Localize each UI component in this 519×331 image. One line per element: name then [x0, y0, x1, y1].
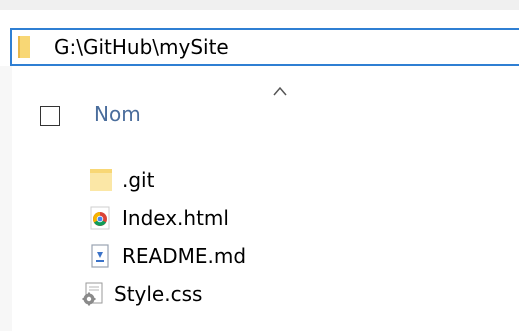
list-item-index-html[interactable]: Index.html	[88, 200, 229, 236]
column-header-name[interactable]: Nom	[94, 102, 141, 126]
address-path: G:\GitHub\mySite	[54, 35, 229, 59]
file-name: Style.css	[114, 282, 203, 306]
file-name: README.md	[122, 244, 247, 268]
list-item-style-css[interactable]: Style.css	[80, 276, 202, 312]
markdown-file-icon	[88, 243, 114, 269]
navigation-pane-edge	[0, 66, 12, 331]
folder-icon	[88, 167, 114, 193]
file-name: .git	[122, 168, 155, 192]
top-strip	[0, 0, 519, 10]
chrome-html-icon	[88, 205, 114, 231]
column-header-row: Nom	[12, 92, 519, 136]
file-name: Index.html	[122, 206, 229, 230]
select-all-checkbox[interactable]	[40, 106, 60, 126]
list-item-readme-md[interactable]: README.md	[88, 238, 246, 274]
css-file-icon	[80, 281, 106, 307]
list-item-git[interactable]: .git	[88, 162, 154, 198]
address-bar[interactable]: G:\GitHub\mySite	[10, 28, 519, 66]
file-explorer-window: G:\GitHub\mySite Nom .git Index.html REA…	[0, 0, 519, 331]
folder-icon	[16, 35, 40, 59]
